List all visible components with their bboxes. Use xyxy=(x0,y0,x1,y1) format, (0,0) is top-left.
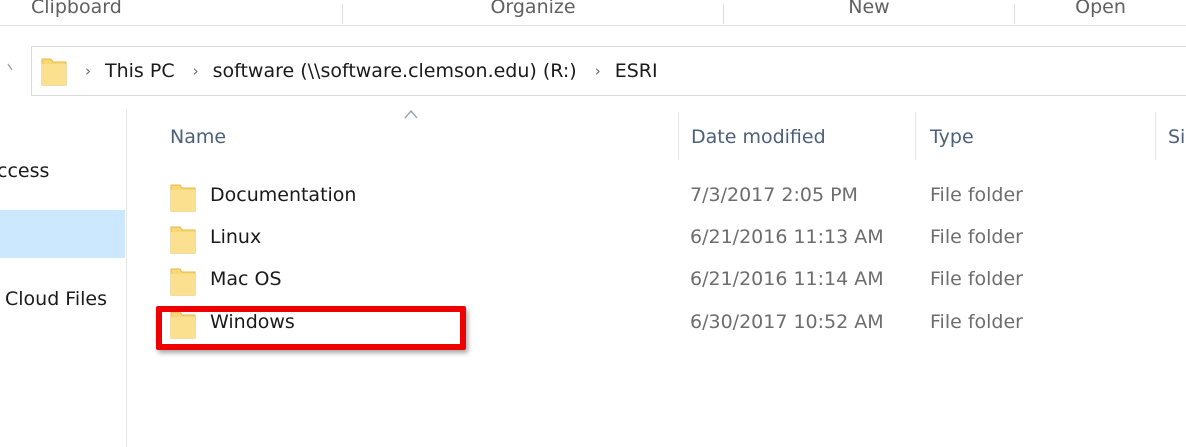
folder-icon xyxy=(170,266,196,296)
highlight-annotation-box xyxy=(156,306,466,350)
nav-item-cloud-files[interactable]: Cloud Files xyxy=(5,288,107,310)
folder-icon xyxy=(170,224,196,254)
file-type: File folder xyxy=(930,226,1023,248)
column-header-date-modified[interactable]: Date modified xyxy=(691,126,826,148)
file-type: File folder xyxy=(930,184,1023,206)
ribbon-group-labels: Clipboard Organize New Open xyxy=(0,0,1186,26)
nav-item-quick-access[interactable]: ccess xyxy=(0,160,49,182)
file-row[interactable]: Documentation 7/3/2017 2:05 PM File fold… xyxy=(160,176,1186,218)
column-divider[interactable] xyxy=(1155,112,1156,160)
file-row[interactable]: Mac OS 6/21/2016 11:14 AM File folder xyxy=(160,260,1186,302)
breadcrumb-software-drive[interactable]: software (\\software.clemson.edu) (R:) xyxy=(213,60,577,82)
file-name[interactable]: Documentation xyxy=(210,184,356,206)
column-header-type[interactable]: Type xyxy=(930,126,974,148)
column-divider[interactable] xyxy=(915,112,916,160)
file-type: File folder xyxy=(930,268,1023,290)
column-divider[interactable] xyxy=(678,112,679,160)
ribbon-group-organize: Organize xyxy=(490,0,576,18)
folder-icon xyxy=(170,182,196,212)
file-name[interactable]: Linux xyxy=(210,226,261,248)
chevron-right-icon[interactable]: › xyxy=(193,62,199,80)
nav-item-selected[interactable] xyxy=(0,210,125,258)
file-date-modified: 7/3/2017 2:05 PM xyxy=(690,184,858,206)
ribbon-group-open: Open xyxy=(1075,0,1126,18)
up-arrow-icon[interactable] xyxy=(3,62,13,78)
breadcrumb-this-pc[interactable]: This PC xyxy=(105,60,175,82)
file-date-modified: 6/21/2016 11:14 AM xyxy=(690,268,884,290)
file-date-modified: 6/30/2017 10:52 AM xyxy=(690,311,884,333)
breadcrumb-esri[interactable]: ESRI xyxy=(615,60,658,82)
chevron-right-icon[interactable]: › xyxy=(595,62,601,80)
file-type: File folder xyxy=(930,311,1023,333)
sort-ascending-icon xyxy=(404,109,418,119)
address-bar[interactable]: › This PC › software (\\software.clemson… xyxy=(31,46,1186,96)
file-name[interactable]: Mac OS xyxy=(210,268,282,290)
column-header-name[interactable]: Name xyxy=(170,126,226,148)
folder-icon xyxy=(41,56,67,86)
chevron-right-icon[interactable]: › xyxy=(85,62,91,80)
column-header-size[interactable]: Si xyxy=(1168,126,1185,148)
file-date-modified: 6/21/2016 11:13 AM xyxy=(690,226,884,248)
navigation-pane: ccess Cloud Files xyxy=(0,110,127,447)
ribbon-group-new: New xyxy=(848,0,890,18)
file-row[interactable]: Linux 6/21/2016 11:13 AM File folder xyxy=(160,218,1186,260)
ribbon-group-clipboard: Clipboard xyxy=(31,0,122,18)
